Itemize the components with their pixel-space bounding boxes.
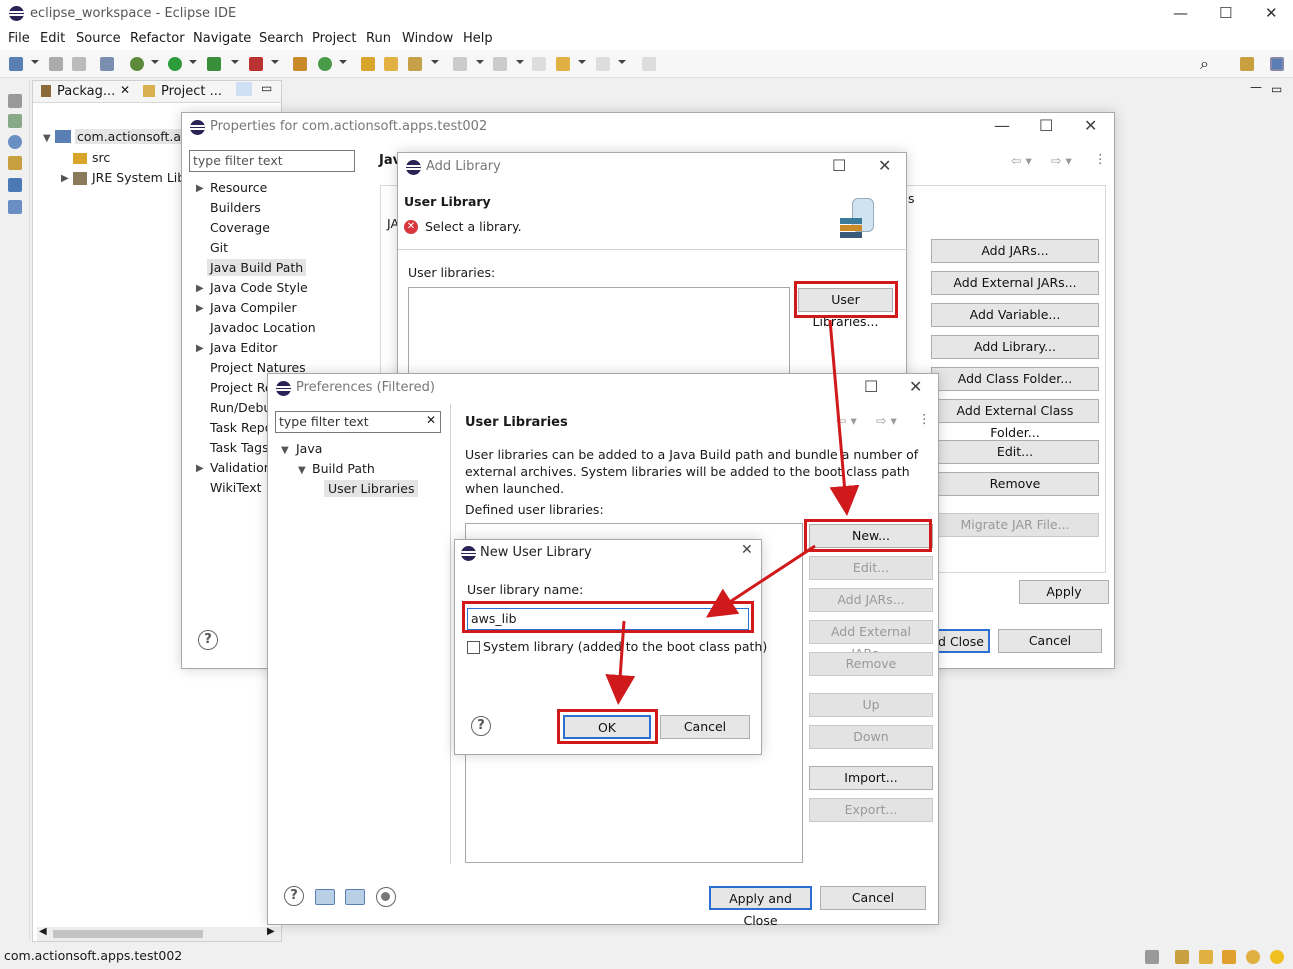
arrow-to-new-button: [828, 319, 860, 516]
arrow-to-ok-button: [605, 620, 636, 705]
annotation-arrows: [605, 319, 860, 705]
arrow-to-name-input: [705, 544, 816, 618]
